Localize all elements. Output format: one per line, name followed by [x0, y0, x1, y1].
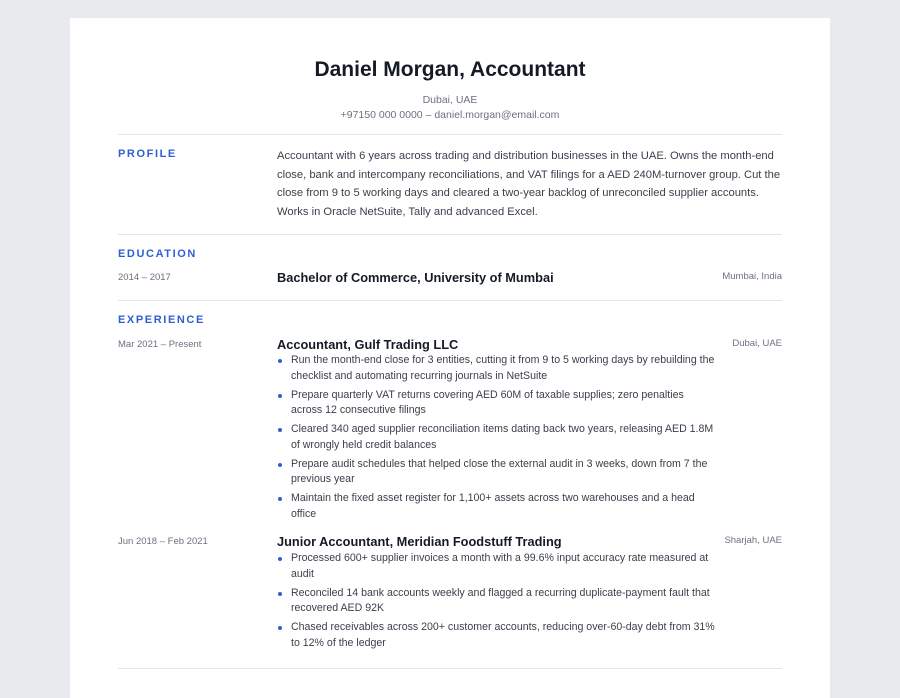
- bullet-dot: [278, 359, 282, 363]
- section-title-experience: EXPERIENCE: [118, 314, 205, 326]
- job-dates: Jun 2018 – Feb 2021: [118, 536, 208, 547]
- job-location: Dubai, UAE: [732, 338, 782, 349]
- bullet-dot: [278, 626, 282, 631]
- job-bullet: Processed 600+ supplier invoices a month…: [277, 551, 717, 582]
- job-title: Junior Accountant, Meridian Foodstuff Tr…: [277, 534, 562, 549]
- job-bullet: Chased receivables across 200+ customer …: [277, 620, 717, 651]
- bullet-text: Cleared 340 aged supplier reconciliation…: [291, 423, 714, 451]
- bullet-text: Prepare quarterly VAT returns covering A…: [291, 388, 684, 417]
- bullet-text: Run the month-end close for 3 entities, …: [291, 354, 715, 382]
- bullet-text: Prepare audit schedules that helped clos…: [291, 457, 708, 486]
- education-degree: Bachelor of Commerce, University of Mumb…: [277, 270, 554, 285]
- divider: [118, 134, 782, 135]
- candidate-name: Daniel Morgan, Accountant: [314, 58, 586, 81]
- profile-summary: Accountant with 6 years across trading a…: [277, 150, 781, 218]
- job-bullet: Reconciled 14 bank accounts weekly and f…: [277, 586, 717, 617]
- bullet-dot: [278, 462, 282, 467]
- job-bullet: Maintain the fixed asset register for 1,…: [277, 491, 717, 522]
- job-bullets: Run the month-end close for 3 entities, …: [277, 353, 717, 526]
- job-bullet: Run the month-end close for 3 entities, …: [277, 353, 717, 384]
- job-location: Sharjah, UAE: [724, 535, 782, 546]
- bullet-dot: [278, 557, 282, 561]
- section-title-profile: PROFILE: [118, 148, 177, 160]
- candidate-contact: +97150 000 0000 – daniel.morgan@email.co…: [340, 109, 560, 121]
- bullet-text: Chased receivables across 200+ customer …: [291, 621, 715, 649]
- job-bullet: Prepare quarterly VAT returns covering A…: [277, 388, 717, 419]
- education-dates: 2014 – 2017: [118, 272, 171, 283]
- divider: [118, 234, 782, 235]
- resume-page: Daniel Morgan, Accountant Dubai, UAE +97…: [70, 18, 830, 698]
- bullet-text: Maintain the fixed asset register for 1,…: [291, 492, 695, 520]
- job-title: Accountant, Gulf Trading LLC: [277, 337, 459, 352]
- education-location: Mumbai, India: [722, 271, 782, 282]
- divider: [118, 300, 782, 301]
- bullet-dot: [278, 591, 282, 596]
- bullet-text: Reconciled 14 bank accounts weekly and f…: [291, 586, 710, 615]
- job-dates: Mar 2021 – Present: [118, 339, 202, 350]
- job-bullets: Processed 600+ supplier invoices a month…: [277, 551, 717, 655]
- bullet-dot: [278, 428, 282, 433]
- bullet-dot: [278, 497, 282, 502]
- bullet-text: Processed 600+ supplier invoices a month…: [291, 552, 709, 580]
- section-title-education: EDUCATION: [118, 248, 197, 260]
- job-bullet: Cleared 340 aged supplier reconciliation…: [277, 422, 717, 453]
- bullet-dot: [278, 393, 282, 398]
- divider: [118, 668, 782, 669]
- candidate-location: Dubai, UAE: [422, 94, 478, 106]
- job-bullet: Prepare audit schedules that helped clos…: [277, 457, 717, 488]
